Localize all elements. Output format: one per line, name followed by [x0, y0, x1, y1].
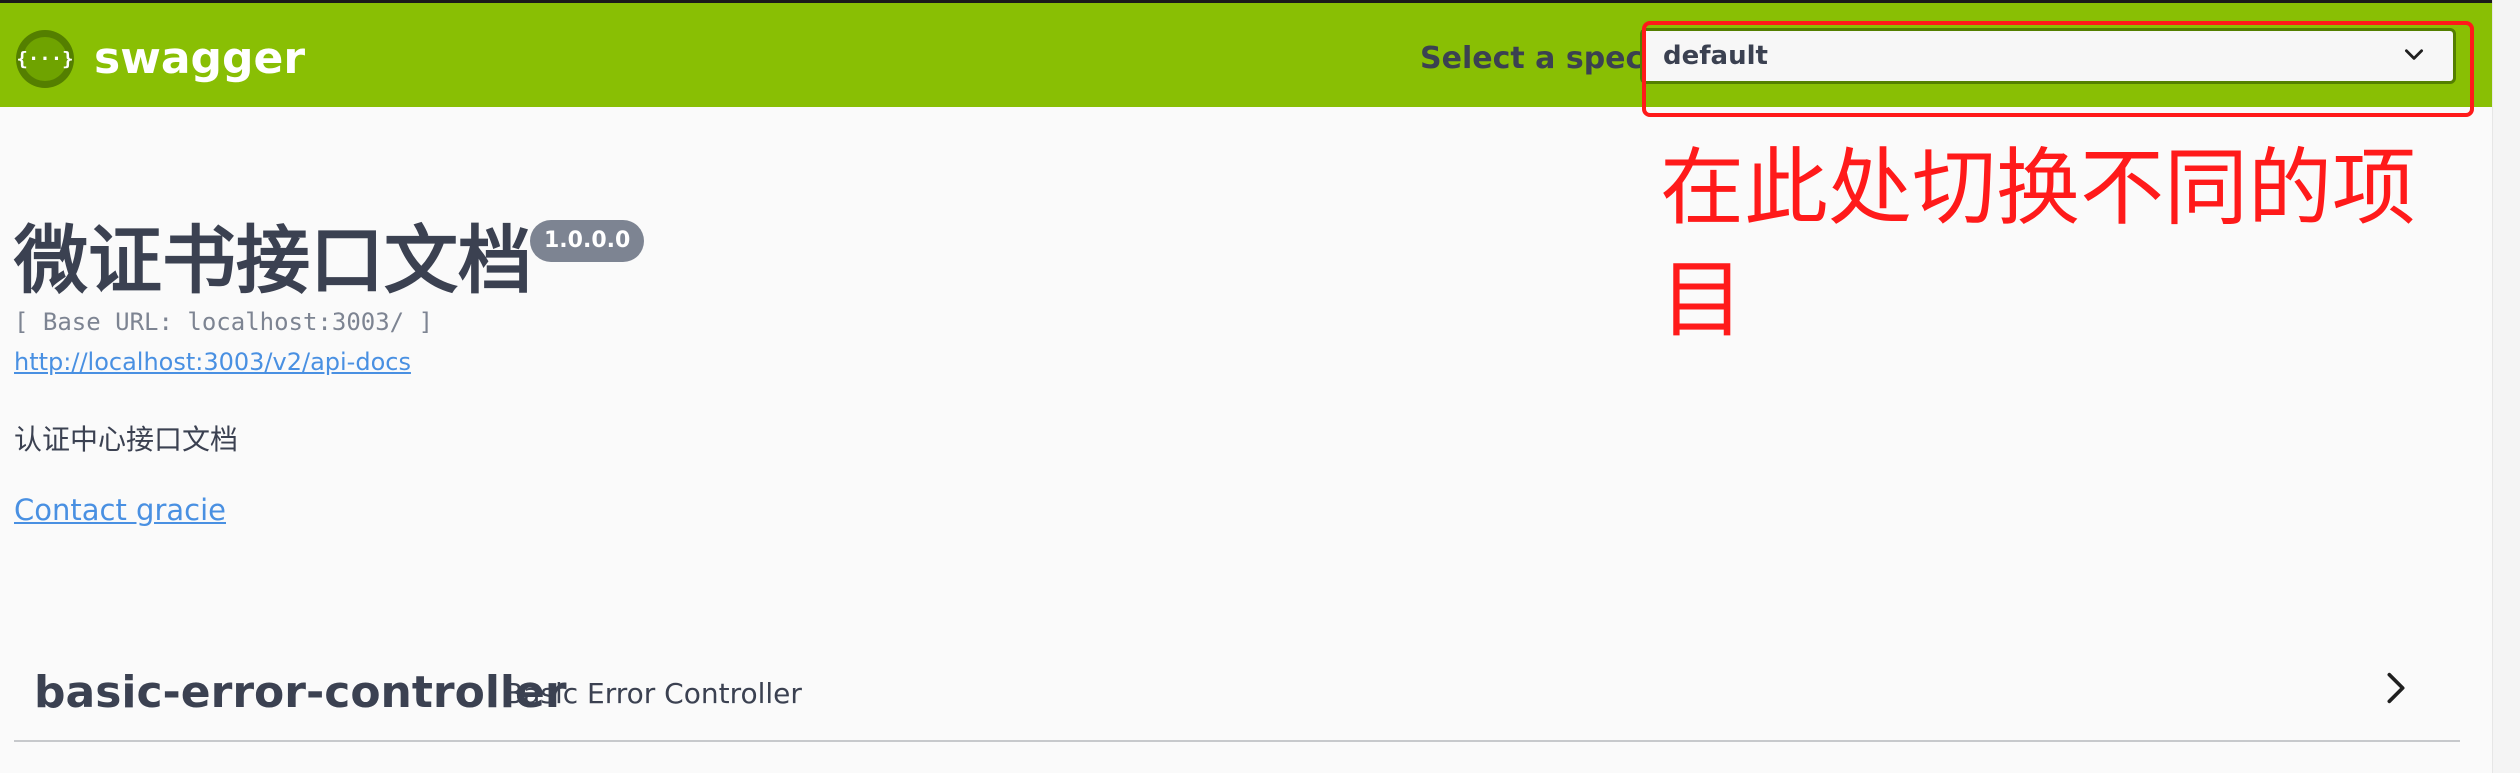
tag-name[interactable]: basic-error-controller	[34, 666, 567, 720]
tag-description: Basic Error Controller	[504, 677, 802, 710]
version-badge: 1.0.0.0	[530, 220, 645, 262]
api-description: 认证中心接口文档	[14, 423, 239, 456]
contact-link[interactable]: Contact gracie	[14, 492, 226, 528]
chevron-right-icon[interactable]	[2376, 668, 2416, 708]
select-spec-label: Select a spec	[1420, 41, 1644, 76]
base-url: [ Base URL: localhost:3003/ ]	[14, 308, 434, 336]
annotation-highlight-box	[1642, 21, 2474, 117]
logo-glyph: {···}	[16, 37, 74, 81]
api-docs-link[interactable]: http://localhost:3003/v2/api-docs	[14, 346, 411, 378]
logo-text[interactable]: swagger	[94, 29, 305, 89]
tag-section-basic-error-controller[interactable]: basic-error-controller Basic Error Contr…	[14, 650, 2460, 742]
annotation-text: 在此处切换不同的项目	[1660, 139, 2417, 349]
scrollbar[interactable]	[2492, 0, 2520, 773]
page-title: 微证书接口文档	[14, 218, 532, 304]
swagger-logo-icon[interactable]: {···}	[16, 30, 74, 88]
